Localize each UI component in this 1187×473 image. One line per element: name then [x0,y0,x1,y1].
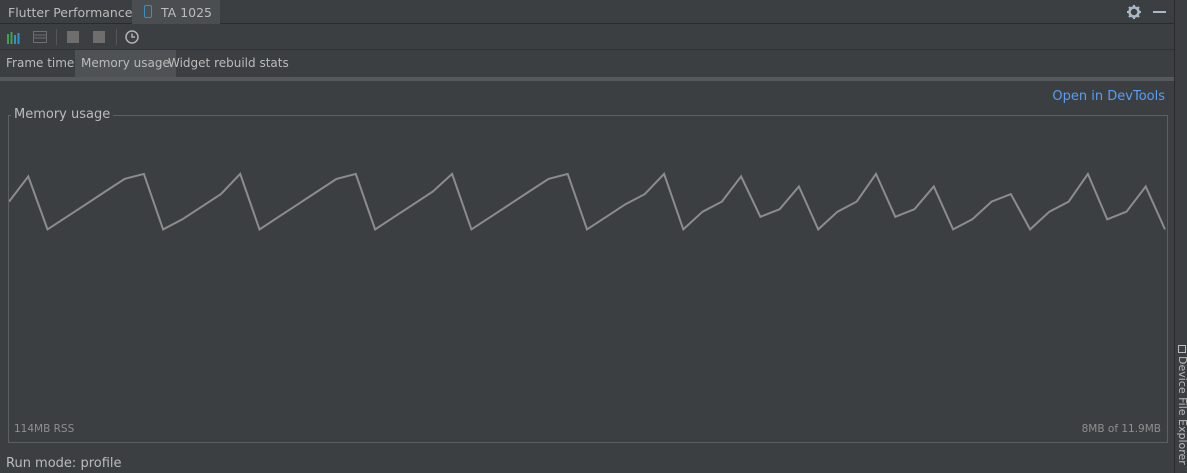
toolbar-separator [116,29,117,45]
stop-icon[interactable] [65,29,81,45]
tab-frame-times[interactable]: Frame times [0,50,87,77]
rss-label: 114MB RSS [14,423,75,435]
performance-overlay-icon[interactable] [6,29,22,45]
clock-icon[interactable] [124,29,140,45]
open-in-devtools-link[interactable]: Open in DevTools [1052,89,1165,104]
minimize-icon[interactable] [1153,11,1166,13]
toolbar [0,24,1174,50]
device-file-explorer-tab[interactable]: Device File Explorer [1176,356,1187,465]
heap-usage-label: 8MB of 11.9MB [1081,423,1161,435]
tab-underline [0,77,1174,81]
device-file-explorer-icon[interactable] [1178,345,1186,353]
stop-icon[interactable] [91,29,107,45]
toolbar-separator [56,29,57,45]
tab-bar: Frame times Memory usage Widget rebuild … [0,50,1174,77]
memory-chart [9,171,1166,232]
gear-icon[interactable] [1126,4,1142,20]
run-mode-status: Run mode: profile [6,456,122,471]
device-tab[interactable]: TA 1025 [132,0,220,24]
tab-memory-usage[interactable]: Memory usage [75,50,176,77]
device-tab-label: TA 1025 [161,5,213,20]
tool-window-title: Flutter Performance [8,5,133,20]
phone-icon [144,5,152,18]
debug-paint-icon[interactable] [32,29,48,45]
tab-widget-rebuild-stats[interactable]: Widget rebuild stats [162,50,295,77]
tool-window-header: Flutter Performance TA 1025 [0,0,1174,24]
